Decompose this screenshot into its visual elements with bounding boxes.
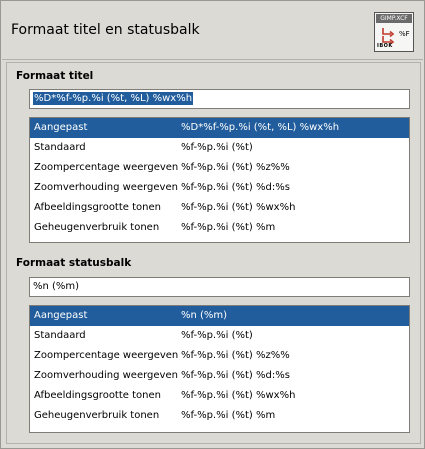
format-panel: Formaat titel %D*%f-%p.%i (%t, %L) %wx%h… [6,62,421,444]
status-format-value: %n (%m) [33,281,80,292]
status-format-row-memory[interactable]: Geheugenverbruik tonen %f-%p.%i (%t) %m [30,406,409,426]
row-name: Zoomverhouding weergeven [34,182,178,193]
arrows-icon [382,28,395,44]
row-name: Aangepast [34,310,88,321]
title-format-row-custom[interactable]: Aangepast %D*%f-%p.%i (%t, %L) %wx%h [30,118,409,138]
status-format-row-zoom-ratio[interactable]: Zoomverhouding weergeven %f-%p.%i (%t) %… [30,366,409,386]
title-format-row-zoom-percent[interactable]: Zoompercentage weergeven %f-%p.%i (%t) %… [30,158,409,178]
row-format: %f-%p.%i (%t) %z%% [181,162,290,173]
row-format: %f-%p.%i (%t) %z%% [181,350,290,361]
row-name: Afbeeldingsgrootte tonen [34,390,161,401]
icon-percent-label: %F [399,30,410,38]
row-name: Standaard [34,142,86,153]
title-format-row-image-size[interactable]: Afbeeldingsgrootte tonen %f-%p.%i (%t) %… [30,198,409,218]
row-format: %f-%p.%i (%t) %wx%h [181,202,296,213]
page-title: Formaat titel en statusbalk [11,22,200,38]
row-format: %f-%p.%i (%t) %m [181,222,276,233]
title-format-list[interactable]: Aangepast %D*%f-%p.%i (%t, %L) %wx%h Sta… [29,117,410,243]
row-format: %f-%p.%i (%t) [181,142,253,153]
row-format: %f-%p.%i (%t) [181,330,253,341]
row-format: %f-%p.%i (%t) %wx%h [181,390,296,401]
page-header: Formaat titel en statusbalk GIMP.XCF %F … [2,2,423,60]
row-name: Standaard [34,330,86,341]
row-name: Geheugenverbruik tonen [34,222,160,233]
status-format-list[interactable]: Aangepast %n (%m) Standaard %f-%p.%i (%t… [29,305,410,433]
image-title-icon: GIMP.XCF %F IBOK [374,12,414,52]
status-format-row-zoom-percent[interactable]: Zoompercentage weergeven %f-%p.%i (%t) %… [30,346,409,366]
row-name: Zoomverhouding weergeven [34,370,178,381]
status-format-row-custom[interactable]: Aangepast %n (%m) [30,306,409,326]
icon-footer-label: IBOK [377,43,393,49]
status-format-row-image-size[interactable]: Afbeeldingsgrootte tonen %f-%p.%i (%t) %… [30,386,409,406]
title-format-label: Formaat titel [16,70,94,82]
title-format-row-zoom-ratio[interactable]: Zoomverhouding weergeven %f-%p.%i (%t) %… [30,178,409,198]
row-name: Aangepast [34,122,88,133]
row-name: Zoompercentage weergeven [34,350,179,361]
row-name: Afbeeldingsgrootte tonen [34,202,161,213]
row-format: %f-%p.%i (%t) %d:%s [181,370,290,381]
title-format-input[interactable]: %D*%f-%p.%i (%t, %L) %wx%h [29,89,410,109]
title-format-row-memory[interactable]: Geheugenverbruik tonen %f-%p.%i (%t) %m [30,218,409,238]
status-format-row-default[interactable]: Standaard %f-%p.%i (%t) [30,326,409,346]
row-format: %n (%m) [181,310,228,321]
icon-tag-label: GIMP.XCF [376,14,412,23]
row-format: %f-%p.%i (%t) %m [181,410,276,421]
title-format-row-default[interactable]: Standaard %f-%p.%i (%t) [30,138,409,158]
row-format: %f-%p.%i (%t) %d:%s [181,182,290,193]
row-format: %D*%f-%p.%i (%t, %L) %wx%h [181,122,340,133]
title-format-value: %D*%f-%p.%i (%t, %L) %wx%h [33,92,194,105]
row-name: Zoompercentage weergeven [34,162,179,173]
preferences-page: Formaat titel en statusbalk GIMP.XCF %F … [0,0,425,449]
status-format-label: Formaat statusbalk [16,257,132,269]
row-name: Geheugenverbruik tonen [34,410,160,421]
status-format-input[interactable]: %n (%m) [29,277,410,297]
